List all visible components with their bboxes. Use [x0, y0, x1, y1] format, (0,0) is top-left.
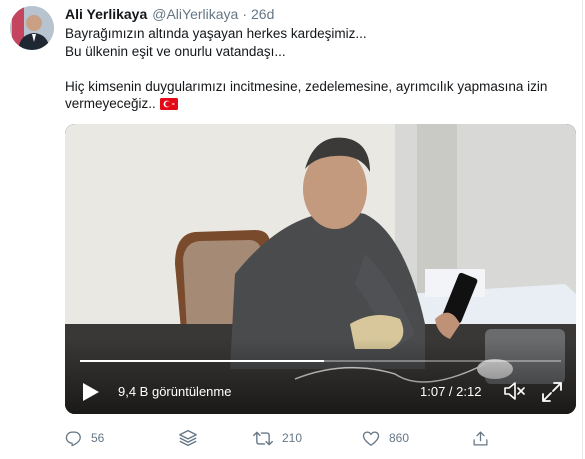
- tweet-line-text: Hiç kimsenin duygularımızı incitmesine, …: [65, 78, 548, 112]
- tweet-line: Bayrağımızın altında yaşayan herkes kard…: [65, 26, 367, 41]
- retweet-button[interactable]: 210: [253, 427, 302, 449]
- view-count: 9,4 B görüntülenme: [118, 384, 232, 399]
- display-name[interactable]: Ali Yerlikaya: [65, 6, 147, 22]
- volume-muted-icon[interactable]: [503, 380, 527, 402]
- tweet-line: Bu ülkenin eşit ve onurlu vatandaşı...: [65, 43, 286, 59]
- play-icon[interactable]: [79, 381, 101, 403]
- like-button[interactable]: 860: [362, 427, 409, 449]
- layers-icon: [179, 429, 197, 447]
- share-button[interactable]: [472, 427, 489, 449]
- separator-dot: ·: [242, 6, 247, 22]
- like-count: 860: [389, 431, 410, 445]
- thread-button[interactable]: [178, 427, 198, 449]
- tweet-actions: 56 210 860: [65, 427, 565, 449]
- video-frame: [65, 124, 576, 414]
- reply-icon: [65, 430, 81, 446]
- tweet-header: Ali Yerlikaya @AliYerlikaya · 26d: [65, 6, 274, 24]
- retweet-icon: [253, 431, 273, 445]
- tweet-text: Bayrağımızın altında yaşayan herkes kard…: [65, 25, 570, 115]
- tweet-time[interactable]: 26d: [251, 6, 274, 22]
- video-progress-fill: [80, 360, 324, 362]
- tweet-line-blank: [65, 60, 570, 78]
- avatar[interactable]: [10, 6, 54, 50]
- tweet-line: Hiç kimsenin duygularımızı incitmesine, …: [65, 78, 570, 115]
- turkey-flag-icon: [159, 97, 178, 115]
- video-player[interactable]: 9,4 B görüntülenme 1:07 / 2:12: [65, 124, 576, 414]
- user-handle[interactable]: @AliYerlikaya: [152, 6, 238, 22]
- heart-icon: [362, 430, 380, 446]
- share-icon: [473, 430, 488, 446]
- retweet-count: 210: [282, 431, 303, 445]
- reply-count: 56: [91, 431, 105, 445]
- fullscreen-icon[interactable]: [541, 381, 563, 403]
- video-time: 1:07 / 2:12: [420, 384, 482, 399]
- video-progress-bar[interactable]: [80, 360, 561, 362]
- timeline-divider: [582, 0, 583, 459]
- reply-button[interactable]: 56: [65, 427, 104, 449]
